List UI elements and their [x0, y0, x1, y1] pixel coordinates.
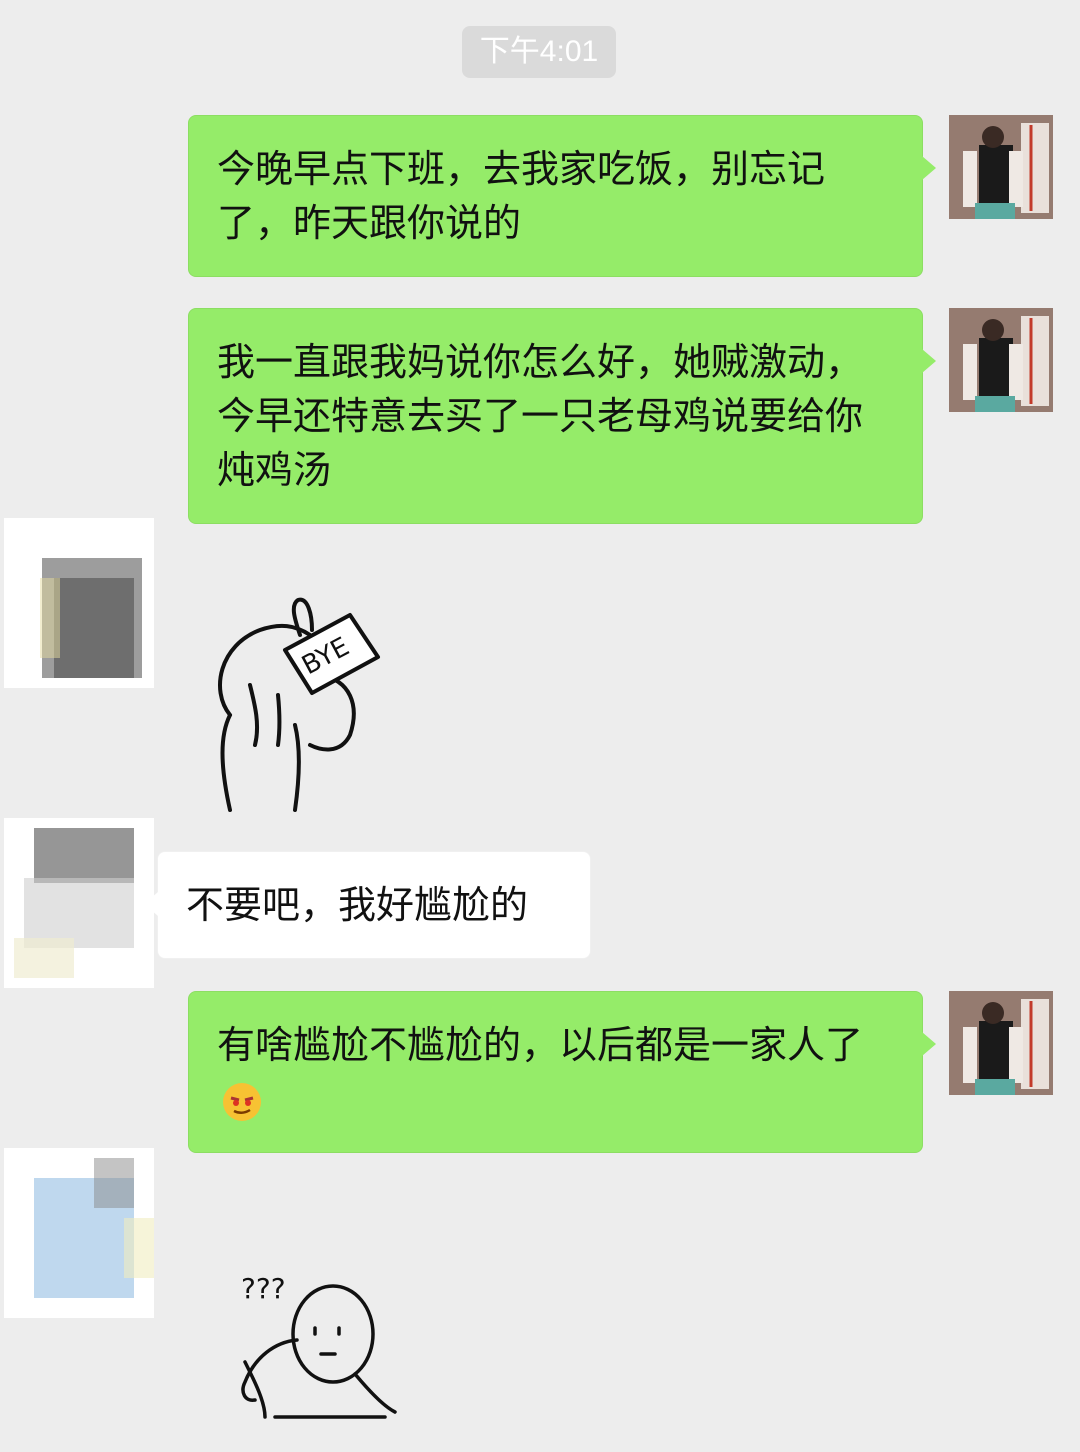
avatar-self[interactable] — [949, 308, 1053, 412]
sticker-text: ??? — [241, 1272, 286, 1305]
message-bubble-incoming[interactable]: 不要吧，我好尴尬的 — [144, 851, 591, 959]
message-bubble-outgoing[interactable]: 今晚早点下班，去我家吃饭，别忘记了，昨天跟你说的 — [188, 115, 936, 277]
message-text: 不要吧，我好尴尬的 — [186, 883, 529, 927]
message-text: 有啥尴尬不尴尬的，以后都是一家人了 — [217, 1023, 864, 1067]
avatar-self[interactable] — [949, 115, 1053, 219]
smirk-emoji — [223, 1082, 261, 1121]
avatar-other[interactable] — [4, 1148, 154, 1318]
bye-sticker[interactable]: BYE — [200, 595, 390, 815]
avatar-self[interactable] — [949, 991, 1053, 1095]
confused-sticker[interactable]: ??? — [235, 1262, 400, 1422]
avatar-other[interactable] — [4, 818, 154, 988]
message-text: 今晚早点下班，去我家吃饭，别忘记了，昨天跟你说的 — [217, 147, 826, 245]
message-text: 我一直跟我妈说你怎么好，她贼激动，今早还特意去买了一只老母鸡说要给你炖鸡汤 — [217, 340, 864, 492]
message-bubble-outgoing[interactable]: 有啥尴尬不尴尬的，以后都是一家人了 — [188, 991, 936, 1153]
message-bubble-outgoing[interactable]: 我一直跟我妈说你怎么好，她贼激动，今早还特意去买了一只老母鸡说要给你炖鸡汤 — [188, 308, 936, 524]
timestamp: 下午4:01 — [462, 26, 616, 78]
avatar-other[interactable] — [4, 518, 154, 688]
